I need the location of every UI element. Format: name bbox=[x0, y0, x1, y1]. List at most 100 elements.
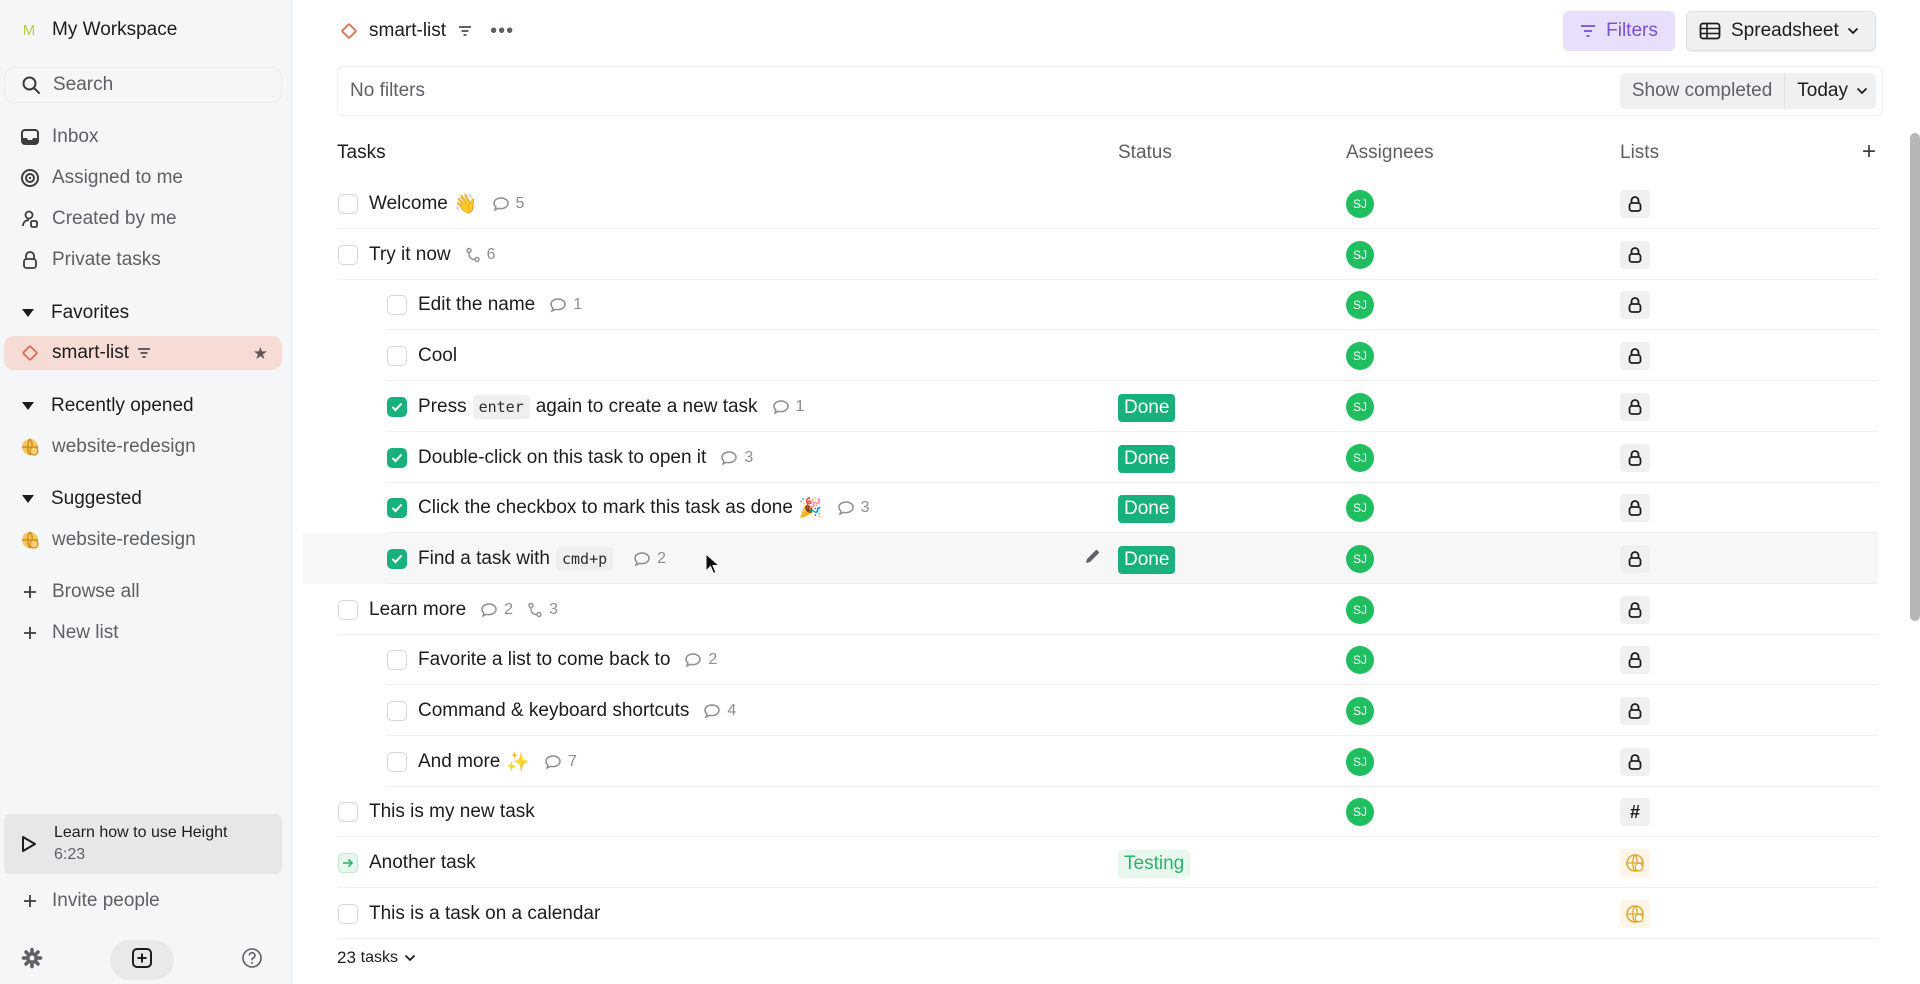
assignee-avatar[interactable]: SJ bbox=[1346, 697, 1374, 725]
task-checkbox[interactable] bbox=[338, 244, 358, 265]
table-row[interactable]: Find a task with cmd+p 2 Done SJ bbox=[303, 532, 1878, 584]
assignee-avatar[interactable]: SJ bbox=[1346, 494, 1374, 523]
comment-count[interactable]: 1 bbox=[772, 398, 804, 416]
list-chip[interactable] bbox=[1620, 190, 1650, 218]
task-checkbox[interactable] bbox=[338, 194, 358, 214]
task-name[interactable]: Command & keyboard shortcuts 4 bbox=[418, 698, 736, 724]
task-checkbox[interactable] bbox=[338, 802, 358, 823]
subtask-count[interactable]: 6 bbox=[465, 246, 496, 264]
table-row[interactable]: And more ✨ 7 SJ bbox=[293, 736, 1878, 787]
assignee-avatar[interactable]: SJ bbox=[1346, 443, 1374, 472]
column-header-lists[interactable]: Lists bbox=[1620, 142, 1659, 164]
table-row[interactable]: Command & keyboard shortcuts 4 SJ bbox=[293, 685, 1878, 736]
task-name[interactable]: This is my new task bbox=[369, 799, 535, 825]
settings-button[interactable] bbox=[20, 940, 44, 980]
list-chip[interactable] bbox=[1620, 646, 1650, 675]
table-row[interactable]: Press enter again to create a new task 1 Don… bbox=[293, 381, 1878, 432]
task-checkbox[interactable] bbox=[387, 346, 407, 367]
task-name[interactable]: Another task bbox=[369, 850, 476, 876]
assignee-avatar[interactable]: SJ bbox=[1346, 190, 1374, 218]
task-name[interactable]: Learn more 2 3 bbox=[369, 597, 558, 623]
status-badge[interactable]: Done bbox=[1118, 495, 1176, 524]
show-completed-toggle[interactable]: Show completed bbox=[1620, 73, 1786, 109]
list-chip[interactable] bbox=[1620, 342, 1650, 371]
task-name[interactable]: Click the checkbox to mark this task as … bbox=[418, 495, 869, 521]
comment-count[interactable]: 5 bbox=[492, 195, 524, 213]
comment-count[interactable]: 3 bbox=[720, 449, 753, 467]
favorites-section-toggle[interactable]: Favorites bbox=[0, 298, 129, 328]
comment-count[interactable]: 2 bbox=[633, 550, 666, 568]
task-checkbox[interactable] bbox=[387, 701, 407, 721]
sidebar-item-private[interactable]: Private tasks bbox=[0, 243, 282, 277]
task-name[interactable]: Welcome 👋 5 bbox=[369, 191, 524, 217]
table-row[interactable]: Learn more 2 3 SJ bbox=[293, 584, 1878, 635]
task-name[interactable]: Cool bbox=[418, 343, 457, 369]
assignee-avatar[interactable]: SJ bbox=[1346, 544, 1374, 573]
status-badge[interactable]: Testing bbox=[1118, 850, 1191, 879]
list-chip[interactable] bbox=[1620, 697, 1650, 725]
list-chip[interactable]: # bbox=[1620, 798, 1650, 827]
browse-all-button[interactable]: Browse all bbox=[0, 575, 282, 609]
task-name[interactable]: Press enter again to create a new task 1 bbox=[418, 394, 804, 420]
status-badge[interactable]: Done bbox=[1118, 545, 1176, 574]
task-checkbox[interactable] bbox=[387, 498, 407, 519]
sidebar-item-inbox[interactable]: Inbox bbox=[0, 120, 282, 154]
comment-count[interactable]: 7 bbox=[544, 753, 577, 771]
assignee-avatar[interactable]: SJ bbox=[1346, 798, 1374, 827]
table-row[interactable]: Another task Testing bbox=[293, 837, 1878, 889]
assignee-avatar[interactable]: SJ bbox=[1346, 240, 1374, 269]
recent-section-toggle[interactable]: Recently opened bbox=[0, 391, 194, 421]
list-chip[interactable] bbox=[1620, 443, 1650, 472]
comment-count[interactable]: 2 bbox=[684, 651, 717, 669]
task-checkbox[interactable] bbox=[387, 295, 407, 316]
new-task-button[interactable] bbox=[110, 940, 174, 980]
suggested-section-toggle[interactable]: Suggested bbox=[0, 484, 142, 514]
star-icon[interactable]: ★ bbox=[253, 344, 268, 364]
column-header-assignees[interactable]: Assignees bbox=[1346, 142, 1434, 164]
column-header-status[interactable]: Status bbox=[1118, 142, 1172, 164]
add-column-button[interactable]: + bbox=[1862, 138, 1876, 166]
completed-period-select[interactable]: Today bbox=[1785, 73, 1876, 109]
task-name[interactable]: Double-click on this task to open it 3 bbox=[418, 445, 753, 471]
list-chip[interactable] bbox=[1620, 240, 1650, 269]
assignee-avatar[interactable]: SJ bbox=[1346, 595, 1374, 624]
list-chip[interactable] bbox=[1620, 595, 1650, 624]
table-row[interactable]: Favorite a list to come back to 2 SJ bbox=[293, 634, 1878, 686]
table-row[interactable]: Try it now 6 SJ bbox=[293, 229, 1878, 280]
scrollbar[interactable] bbox=[1910, 133, 1920, 621]
table-row[interactable]: Click the checkbox to mark this task as … bbox=[293, 482, 1878, 534]
task-checkbox[interactable] bbox=[387, 650, 407, 671]
view-switcher-button[interactable]: Spreadsheet bbox=[1686, 11, 1876, 51]
subtask-count[interactable]: 3 bbox=[527, 601, 558, 619]
task-checkbox[interactable] bbox=[338, 903, 358, 924]
status-badge[interactable]: Done bbox=[1118, 393, 1176, 422]
list-chip[interactable] bbox=[1620, 544, 1650, 573]
task-checkbox[interactable] bbox=[338, 599, 358, 620]
search-button[interactable]: Search bbox=[4, 67, 282, 103]
list-chip[interactable] bbox=[1620, 899, 1650, 928]
table-row[interactable]: Double-click on this task to open it 3 Don… bbox=[293, 432, 1878, 483]
task-name[interactable]: Try it now 6 bbox=[369, 242, 496, 268]
task-checkbox[interactable] bbox=[387, 751, 407, 772]
assignee-avatar[interactable]: SJ bbox=[1346, 747, 1374, 776]
assignee-avatar[interactable]: SJ bbox=[1346, 392, 1374, 421]
status-badge[interactable]: Done bbox=[1118, 444, 1176, 473]
comment-count[interactable]: 1 bbox=[549, 296, 582, 314]
assignee-avatar[interactable]: SJ bbox=[1346, 342, 1374, 371]
pencil-icon[interactable] bbox=[1072, 548, 1112, 584]
comment-count[interactable]: 4 bbox=[703, 702, 736, 720]
assignee-avatar[interactable]: SJ bbox=[1346, 291, 1374, 320]
table-row[interactable]: This is a task on a calendar bbox=[293, 888, 1878, 939]
list-chip[interactable] bbox=[1620, 494, 1650, 523]
filter-icon[interactable] bbox=[458, 25, 472, 37]
sidebar-item-smart-list[interactable]: smart-list ★ bbox=[4, 336, 282, 370]
column-header-tasks[interactable]: Tasks bbox=[337, 142, 386, 164]
sidebar-item-assigned[interactable]: Assigned to me bbox=[0, 161, 282, 195]
task-count-toggle[interactable]: 23 tasks bbox=[337, 948, 416, 968]
task-checkbox[interactable] bbox=[387, 548, 407, 569]
list-chip[interactable] bbox=[1620, 747, 1650, 776]
table-row[interactable]: This is my new task SJ # bbox=[293, 786, 1878, 838]
more-options-icon[interactable]: ••• bbox=[490, 21, 514, 41]
list-chip[interactable] bbox=[1620, 392, 1650, 421]
workspace-switcher[interactable]: M My Workspace bbox=[20, 18, 178, 42]
